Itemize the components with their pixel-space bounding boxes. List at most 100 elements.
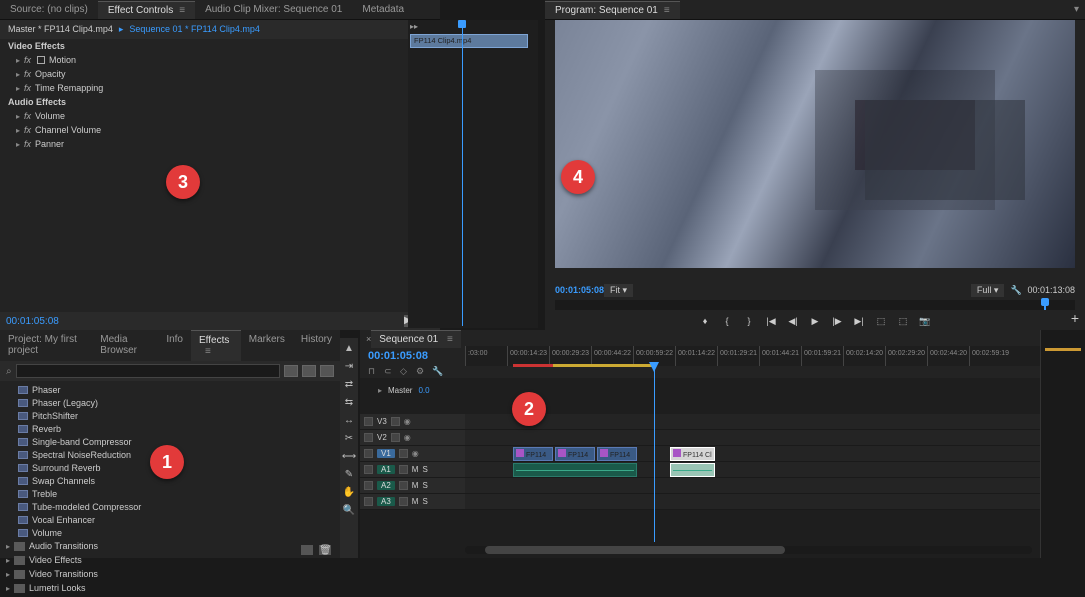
ec-footer-timecode[interactable]: 00:01:05:08 xyxy=(6,316,59,327)
track-lane[interactable] xyxy=(465,462,1040,477)
preset-item[interactable]: Tube-modeled Compressor xyxy=(0,500,340,513)
play-icon[interactable]: ▶ xyxy=(809,315,821,327)
add-marker-icon[interactable]: ♦ xyxy=(699,315,711,327)
preset-item[interactable]: Reverb xyxy=(0,422,340,435)
tab-program[interactable]: Program: Sequence 01≡ xyxy=(545,1,680,19)
ripple-tool-icon[interactable]: ⇄ xyxy=(343,378,355,390)
track-lane[interactable] xyxy=(465,478,1040,493)
settings-icon[interactable]: ⚙ xyxy=(416,366,426,376)
tab-source[interactable]: Source: (no clips) xyxy=(0,1,98,18)
category-item[interactable]: ▸Video Transitions xyxy=(0,567,340,581)
zoom-fit-dropdown[interactable]: Fit ▾ xyxy=(604,284,633,297)
ec-mini-timeline[interactable]: FP114 Clip4.mp4 ▸▸ xyxy=(408,20,538,328)
track-target[interactable] xyxy=(364,465,373,474)
tab-markers[interactable]: Markers xyxy=(241,330,293,361)
preset-item[interactable]: Volume xyxy=(0,526,340,539)
razor-tool-icon[interactable]: ✂ xyxy=(343,432,355,444)
button-editor-icon[interactable]: + xyxy=(1071,310,1079,326)
ec-mini-clip[interactable]: FP114 Clip4.mp4 xyxy=(410,34,528,48)
tab-project[interactable]: Project: My first project xyxy=(0,330,92,361)
clip[interactable]: FP114 xyxy=(555,447,595,461)
track-lane[interactable] xyxy=(465,414,1040,429)
category-item[interactable]: ▸Video Effects xyxy=(0,553,340,567)
rolling-tool-icon[interactable]: ⇆ xyxy=(343,396,355,408)
step-fwd-icon[interactable]: |▶ xyxy=(831,315,843,327)
timeline-h-scrollbar[interactable] xyxy=(465,546,1032,554)
clip[interactable]: FP114 xyxy=(597,447,637,461)
effect-opacity[interactable]: ▸fxOpacity xyxy=(0,67,440,81)
preset-item[interactable]: Treble xyxy=(0,487,340,500)
mark-out-icon[interactable]: } xyxy=(743,315,755,327)
selection-tool-icon[interactable]: ▲ xyxy=(343,342,355,354)
ec-playhead[interactable] xyxy=(462,20,463,326)
effects-search-input[interactable] xyxy=(16,364,280,378)
scrollbar-thumb[interactable] xyxy=(485,546,785,554)
panel-menu-icon[interactable]: ▾ xyxy=(1074,4,1085,15)
linked-icon[interactable]: ⊂ xyxy=(384,366,394,376)
track-target[interactable] xyxy=(364,497,373,506)
step-back-icon[interactable]: ◀| xyxy=(787,315,799,327)
track-lane[interactable]: FP114 FP114 FP114 FP114 Cl xyxy=(465,446,1040,461)
effect-panner[interactable]: ▸fxPanner xyxy=(0,137,440,151)
track-target[interactable] xyxy=(364,481,373,490)
tab-effects[interactable]: Effects ≡ xyxy=(191,330,241,361)
effect-channel-volume[interactable]: ▸fxChannel Volume xyxy=(0,123,440,137)
track-lock[interactable] xyxy=(399,449,408,458)
sequence-clip-name[interactable]: Sequence 01 * FP114 Clip4.mp4 xyxy=(129,24,259,35)
mute-icon[interactable]: M xyxy=(412,481,419,490)
track-lock[interactable] xyxy=(399,481,408,490)
triangle-icon[interactable]: ▸ xyxy=(378,386,382,395)
export-frame-icon[interactable]: 📷 xyxy=(919,315,931,327)
track-lane[interactable] xyxy=(465,430,1040,445)
eye-icon[interactable]: ◉ xyxy=(404,433,411,442)
tab-media-browser[interactable]: Media Browser xyxy=(92,330,158,361)
tab-sequence[interactable]: Sequence 01 ≡ xyxy=(371,330,461,348)
track-toggle[interactable] xyxy=(364,433,373,442)
snap-icon[interactable]: ⊓ xyxy=(368,366,378,376)
preset-filter-icon[interactable] xyxy=(320,365,334,377)
program-scrubber[interactable] xyxy=(555,300,1075,310)
resolution-dropdown[interactable]: Full ▾ xyxy=(971,284,1005,297)
delete-icon[interactable]: 🗑 xyxy=(319,545,331,555)
extract-icon[interactable]: ⬚ xyxy=(897,315,909,327)
program-playhead[interactable] xyxy=(1041,298,1049,306)
markers-icon[interactable]: ◇ xyxy=(400,366,410,376)
lift-icon[interactable]: ⬚ xyxy=(875,315,887,327)
preset-filter-icon[interactable] xyxy=(284,365,298,377)
track-target[interactable] xyxy=(364,449,373,458)
tab-effect-controls[interactable]: Effect Controls≡ xyxy=(98,1,195,19)
track-lane[interactable] xyxy=(465,494,1040,509)
wrench-icon[interactable]: 🔧 xyxy=(432,366,442,376)
effect-motion[interactable]: ▸fxMotion xyxy=(0,53,440,67)
timeline-timecode[interactable]: 00:01:05:08 xyxy=(368,350,428,362)
new-bin-icon[interactable] xyxy=(301,545,313,555)
clip[interactable]: FP114 xyxy=(513,447,553,461)
track-toggle[interactable] xyxy=(364,417,373,426)
eye-icon[interactable]: ◉ xyxy=(412,449,419,458)
preset-item[interactable]: PitchShifter xyxy=(0,409,340,422)
mute-icon[interactable]: M xyxy=(412,497,419,506)
settings-icon[interactable]: 🔧 xyxy=(1010,285,1021,296)
clip-selected[interactable]: FP114 Cl xyxy=(670,447,715,461)
track-select-tool-icon[interactable]: ⇥ xyxy=(343,360,355,372)
solo-icon[interactable]: S xyxy=(422,497,427,506)
close-icon[interactable]: ≡ xyxy=(664,5,670,16)
timeline-ruler[interactable]: :03:00 00:00:14:23 00:00:29:23 00:00:44:… xyxy=(465,346,1040,366)
go-to-in-icon[interactable]: |◀ xyxy=(765,315,777,327)
rate-tool-icon[interactable]: ↔ xyxy=(343,414,355,426)
preset-item[interactable]: Vocal Enhancer xyxy=(0,513,340,526)
effect-volume[interactable]: ▸fxVolume xyxy=(0,109,440,123)
preset-item[interactable]: Phaser xyxy=(0,383,340,396)
preset-item[interactable]: Phaser (Legacy) xyxy=(0,396,340,409)
program-current-tc[interactable]: 00:01:05:08 xyxy=(555,285,604,295)
solo-icon[interactable]: S xyxy=(422,481,427,490)
clip-audio[interactable] xyxy=(513,463,637,477)
mute-icon[interactable]: M xyxy=(412,465,419,474)
timeline-playhead[interactable] xyxy=(654,362,655,542)
tab-info[interactable]: Info xyxy=(158,330,191,361)
pen-tool-icon[interactable]: ✎ xyxy=(343,468,355,480)
effect-time-remapping[interactable]: ▸fxTime Remapping xyxy=(0,81,440,95)
tab-metadata[interactable]: Metadata xyxy=(352,1,414,18)
track-lock[interactable] xyxy=(399,465,408,474)
zoom-tool-icon[interactable]: 🔍 xyxy=(343,504,355,516)
